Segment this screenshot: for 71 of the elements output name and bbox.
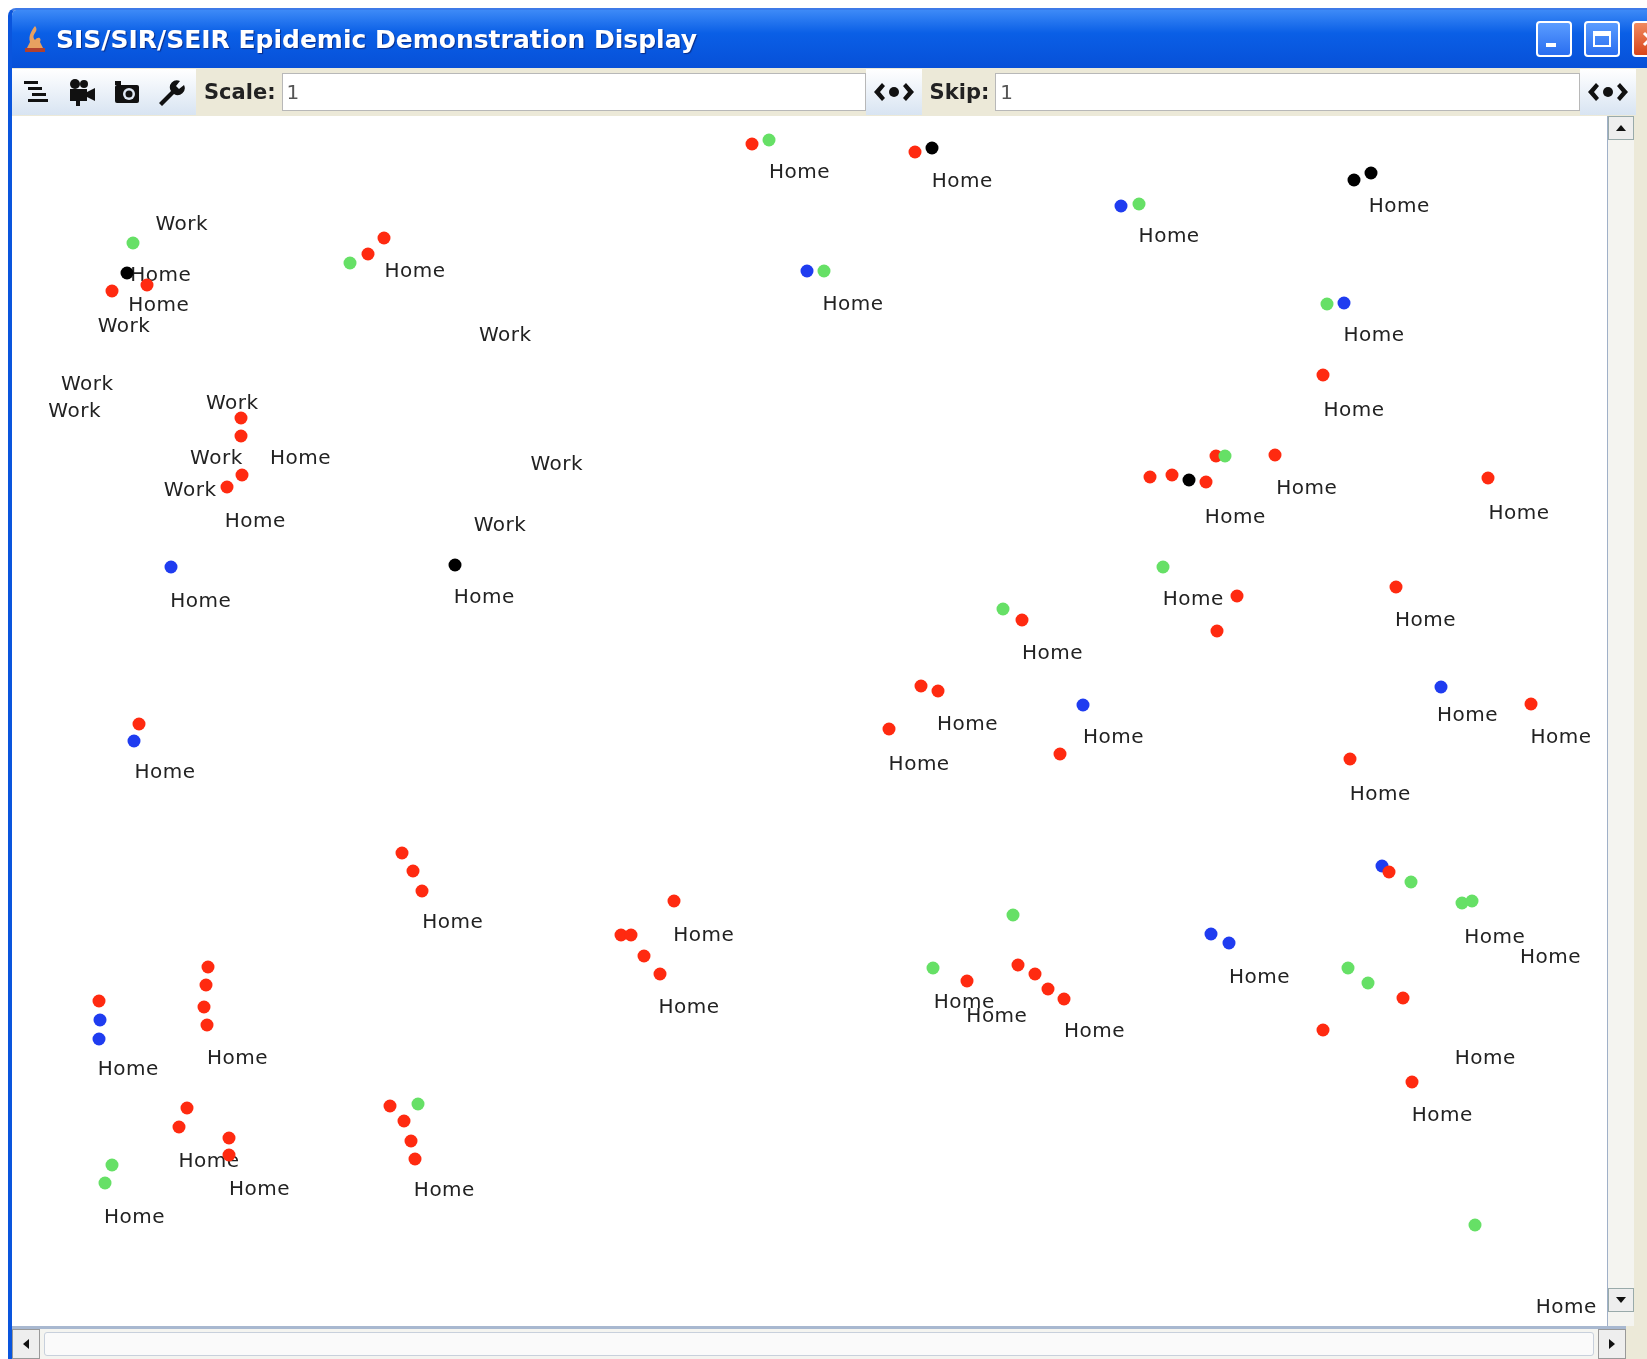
- place-label: Home: [1535, 1293, 1597, 1318]
- place-label: Work: [473, 512, 527, 537]
- place-label: Home: [1162, 585, 1224, 610]
- skip-spinner-button[interactable]: [1580, 69, 1637, 115]
- place-label: Home: [1082, 724, 1144, 749]
- place-label: Home: [1488, 499, 1550, 524]
- maximize-button[interactable]: [1584, 21, 1620, 57]
- place-label: Home: [673, 921, 735, 946]
- place-label: Home: [1530, 724, 1592, 749]
- camera-icon: [112, 78, 142, 106]
- place-label: Home: [206, 1044, 268, 1069]
- place-label: Home: [384, 257, 446, 282]
- scroll-left-button[interactable]: [12, 1329, 40, 1359]
- place-label: Home: [1454, 1044, 1516, 1069]
- place-label: Home: [1138, 223, 1200, 248]
- place-label: Home: [1323, 396, 1385, 421]
- place-label: Home: [1436, 702, 1498, 727]
- place-label: Home: [1368, 192, 1430, 217]
- place-label: Home: [97, 1056, 159, 1081]
- skip-label: Skip:: [928, 80, 991, 104]
- place-label: Work: [163, 477, 217, 502]
- place-label: Home: [768, 159, 830, 184]
- scale-field[interactable]: 1: [281, 73, 866, 111]
- place-label: Home: [104, 1204, 166, 1229]
- scroll-up-button[interactable]: [1608, 116, 1634, 140]
- place-label: Work: [478, 322, 532, 346]
- place-label: Home: [1228, 963, 1290, 988]
- scale-spinner-button[interactable]: [865, 69, 922, 115]
- place-label: Home: [422, 909, 484, 934]
- place-label: Home: [1411, 1102, 1473, 1127]
- minimize-icon: [1546, 43, 1556, 47]
- minimize-button[interactable]: [1536, 21, 1572, 57]
- right-arrow-icon: [1609, 1339, 1615, 1349]
- left-arrow-icon: [23, 1339, 29, 1349]
- scroll-down-button[interactable]: [1608, 1288, 1634, 1312]
- place-label: Home: [1343, 322, 1405, 346]
- place-label: Work: [60, 371, 114, 396]
- down-arrow-icon: [1616, 1297, 1626, 1303]
- scale-label: Scale:: [203, 80, 277, 104]
- arrows-dot-icon: [1586, 80, 1631, 104]
- window-title: SIS/SIR/SEIR Epidemic Demonstration Display: [56, 24, 699, 54]
- place-label: Work: [48, 397, 101, 422]
- place-label: Home: [1204, 503, 1266, 528]
- arrows-dot-icon: [871, 80, 916, 104]
- place-label: Home: [1394, 606, 1456, 631]
- place-label: Home: [1022, 640, 1084, 665]
- skip-field[interactable]: 1: [995, 73, 1581, 111]
- maximize-icon: [1592, 29, 1612, 49]
- place-label: Home: [413, 1177, 475, 1202]
- place-label: Home: [224, 507, 286, 532]
- place-label: Home: [269, 444, 331, 469]
- place-label: Home: [453, 583, 515, 608]
- place-label: Home: [1064, 1018, 1126, 1043]
- place-label: Home: [1276, 475, 1338, 500]
- place-label: Home: [888, 750, 950, 775]
- place-label: Home: [658, 994, 720, 1019]
- place-label: Work: [190, 444, 243, 469]
- place-label: Home: [1349, 781, 1411, 806]
- up-arrow-icon: [1616, 125, 1626, 131]
- place-label: Home: [134, 758, 196, 783]
- place-label: Work: [530, 451, 584, 476]
- place-label: Home: [822, 290, 884, 315]
- app-icon: [22, 24, 48, 54]
- place-label: Work: [205, 390, 259, 415]
- place-label: Home: [936, 710, 998, 735]
- place-label: Home: [931, 167, 993, 192]
- place-label: Work: [155, 210, 209, 235]
- scroll-right-button[interactable]: [1598, 1329, 1626, 1359]
- place-label: Home: [170, 587, 232, 612]
- place-label: Home: [228, 1175, 291, 1200]
- place-label: Home: [130, 262, 192, 287]
